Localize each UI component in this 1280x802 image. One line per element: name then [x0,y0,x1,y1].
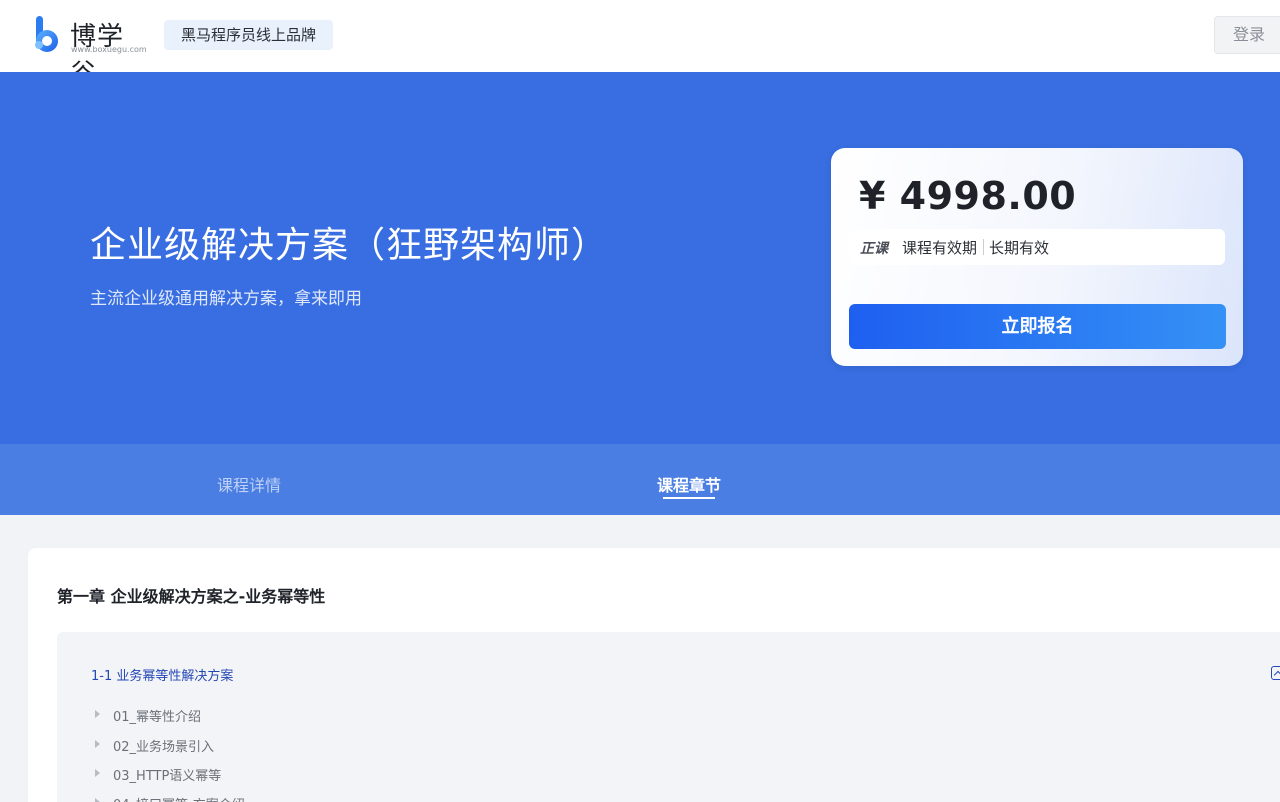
validity-row: 正课 课程有效期 长期有效 [849,229,1225,265]
brand-tag: 黑马程序员线上品牌 [164,20,334,50]
section-title[interactable]: 1-1 业务幂等性解决方案 [91,665,233,684]
course-hero: 企业级解决方案（狂野架构师） 主流企业级通用解决方案，拿来即用 ¥ 4998.0… [0,72,1280,444]
chevron-up-icon[interactable] [1271,666,1280,680]
enroll-button[interactable]: 立即报名 [849,304,1226,349]
validity-value: 长期有效 [989,239,1050,257]
section-panel: 1-1 业务幂等性解决方案 01_幂等性介绍 02_业务场景引入 03_HTTP… [57,632,1280,802]
chapter-card: 第一章 企业级解决方案之-业务幂等性 1-1 业务幂等性解决方案 01_幂等性介… [28,548,1280,802]
play-arrow-icon [95,769,100,777]
active-tab-indicator [663,497,715,499]
top-header: 博学谷 www.boxuegu.com 黑马程序员线上品牌 登录 [0,0,1280,89]
logo-b-icon [35,16,58,52]
course-type-badge: 正课 [860,241,888,257]
course-price: ¥ 4998.00 [859,174,1077,218]
chapter-title: 第一章 企业级解决方案之-业务幂等性 [57,587,326,606]
validity-divider [983,239,984,255]
price-card: ¥ 4998.00 正课 课程有效期 长期有效 立即报名 [831,148,1243,366]
logo-url: www.boxuegu.com [71,45,147,54]
lesson-label: 04_接口幂等-方案介绍 [113,794,245,802]
course-tabs: 课程详情 课程章节 [0,444,1280,515]
tab-course-chapters[interactable]: 课程章节 [657,472,721,496]
play-arrow-icon [95,710,100,718]
lesson-label: 03_HTTP语义幂等 [113,769,222,784]
login-button[interactable]: 登录 [1214,16,1280,54]
validity-label: 课程有效期 [902,239,978,257]
boxuegu-logo[interactable]: 博学谷 www.boxuegu.com [30,14,150,89]
play-arrow-icon [95,798,100,802]
lesson-label: 01_幂等性介绍 [113,710,202,725]
play-arrow-icon [95,740,100,748]
tab-course-details[interactable]: 课程详情 [217,472,281,496]
course-subtitle: 主流企业级通用解决方案，拿来即用 [90,289,362,309]
course-title: 企业级解决方案（狂野架构师） [90,225,609,266]
lesson-label: 02_业务场景引入 [113,740,215,755]
